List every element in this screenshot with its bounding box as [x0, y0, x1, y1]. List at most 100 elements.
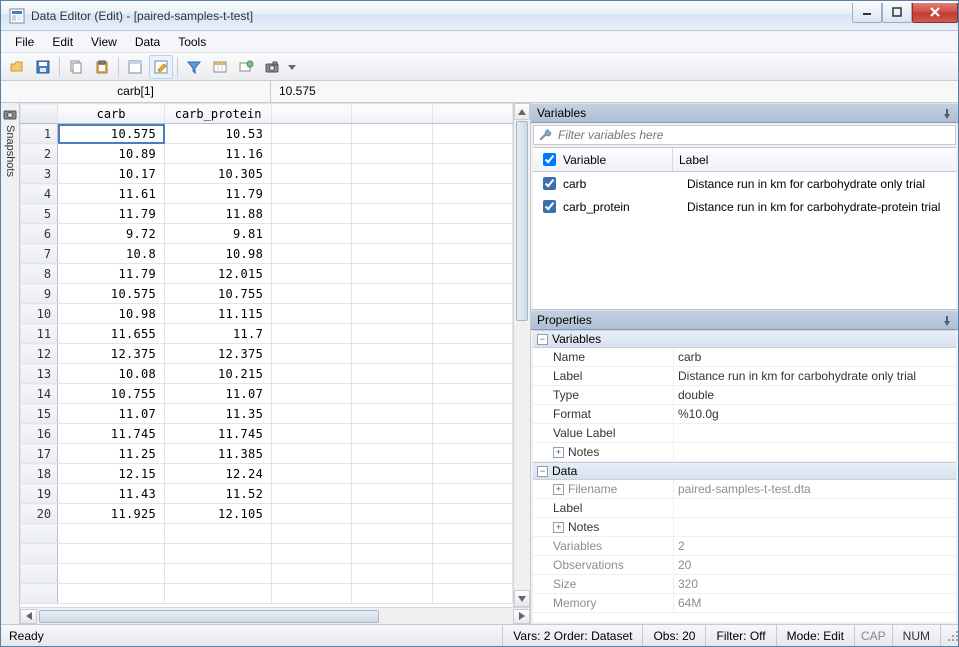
cell[interactable]: 11.385	[165, 444, 272, 464]
collapse-icon[interactable]: −	[537, 334, 548, 345]
row-header[interactable]	[21, 584, 58, 604]
cell-empty[interactable]	[432, 144, 512, 164]
cell-empty[interactable]	[352, 144, 432, 164]
table-row-empty[interactable]	[21, 544, 513, 564]
cell-empty[interactable]	[272, 404, 352, 424]
row-header[interactable]: 3	[21, 164, 58, 184]
expand-icon[interactable]: +	[553, 447, 564, 458]
table-row-empty[interactable]	[21, 584, 513, 604]
cell-empty[interactable]	[272, 584, 352, 604]
cell-empty[interactable]	[272, 284, 352, 304]
cell-empty[interactable]	[272, 184, 352, 204]
cell-empty[interactable]	[272, 504, 352, 524]
cell-empty[interactable]	[272, 564, 352, 584]
cell[interactable]: 11.79	[165, 184, 272, 204]
cell[interactable]: 11.43	[58, 484, 165, 504]
cell-empty[interactable]	[165, 524, 272, 544]
cell[interactable]: 12.015	[165, 264, 272, 284]
variable-checkbox[interactable]	[543, 200, 556, 213]
variables-panel-title[interactable]: Variables	[531, 103, 958, 123]
cell-empty[interactable]	[165, 564, 272, 584]
table-row[interactable]: 1410.75511.07	[21, 384, 513, 404]
expand-icon[interactable]: +	[553, 484, 564, 495]
cell-empty[interactable]	[352, 304, 432, 324]
cell-empty[interactable]	[432, 464, 512, 484]
table-row[interactable]: 110.57510.53	[21, 124, 513, 144]
scroll-up-icon[interactable]	[514, 103, 530, 120]
status-mode[interactable]: Mode: Edit	[776, 625, 854, 646]
cell-empty[interactable]	[432, 364, 512, 384]
cell[interactable]: 12.24	[165, 464, 272, 484]
cell-empty[interactable]	[432, 424, 512, 444]
table-row[interactable]: 811.7912.015	[21, 264, 513, 284]
cell[interactable]: 10.575	[58, 284, 165, 304]
row-header[interactable]: 19	[21, 484, 58, 504]
properties-panel-title[interactable]: Properties	[531, 310, 958, 330]
cell-empty[interactable]	[272, 364, 352, 384]
cell-empty[interactable]	[272, 344, 352, 364]
table-row[interactable]: 1212.37512.375	[21, 344, 513, 364]
cell[interactable]: 11.79	[58, 264, 165, 284]
prop-type-value[interactable]: double	[673, 386, 956, 404]
cell-empty[interactable]	[432, 524, 512, 544]
cell-empty[interactable]	[352, 404, 432, 424]
cell-empty[interactable]	[352, 124, 432, 144]
cell-empty[interactable]	[432, 564, 512, 584]
menu-file[interactable]: File	[7, 33, 42, 51]
scroll-thumb[interactable]	[516, 121, 528, 321]
cell-empty[interactable]	[432, 184, 512, 204]
row-header[interactable]: 16	[21, 424, 58, 444]
cell-empty[interactable]	[432, 324, 512, 344]
scroll-left-icon[interactable]	[20, 609, 37, 624]
cell-empty[interactable]	[272, 124, 352, 144]
collapse-icon[interactable]: −	[537, 466, 548, 477]
cell[interactable]: 12.375	[165, 344, 272, 364]
pin-icon[interactable]	[942, 315, 952, 325]
cell-empty[interactable]	[272, 544, 352, 564]
cell-empty[interactable]	[272, 244, 352, 264]
cell-empty[interactable]	[432, 304, 512, 324]
cell-empty[interactable]	[352, 324, 432, 344]
cell-empty[interactable]	[272, 484, 352, 504]
cell-empty[interactable]	[352, 244, 432, 264]
cell[interactable]: 10.89	[58, 144, 165, 164]
cell-reference[interactable]: carb[1]	[1, 81, 271, 102]
cell-empty[interactable]	[352, 204, 432, 224]
cell-empty[interactable]	[352, 344, 432, 364]
variables-filter[interactable]	[533, 125, 956, 145]
row-header[interactable]: 5	[21, 204, 58, 224]
prop-format-value[interactable]: %10.0g	[673, 405, 956, 423]
row-header[interactable]: 1	[21, 124, 58, 144]
row-header[interactable]	[21, 564, 58, 584]
paste-icon[interactable]	[90, 55, 114, 79]
cell-empty[interactable]	[432, 444, 512, 464]
cell-empty[interactable]	[432, 224, 512, 244]
resize-grip-icon[interactable]	[940, 625, 958, 646]
menu-tools[interactable]: Tools	[170, 33, 214, 51]
col-header-empty[interactable]	[432, 104, 512, 124]
cell[interactable]: 11.16	[165, 144, 272, 164]
cell-empty[interactable]	[352, 484, 432, 504]
row-header[interactable]	[21, 544, 58, 564]
row-header[interactable]: 11	[21, 324, 58, 344]
table-row[interactable]: 210.8911.16	[21, 144, 513, 164]
cell-empty[interactable]	[58, 564, 165, 584]
menu-data[interactable]: Data	[127, 33, 168, 51]
cell[interactable]: 10.98	[165, 244, 272, 264]
copy-icon[interactable]	[64, 55, 88, 79]
cell-empty[interactable]	[352, 544, 432, 564]
cell-empty[interactable]	[272, 304, 352, 324]
minimize-button[interactable]	[852, 3, 882, 23]
cell-empty[interactable]	[58, 544, 165, 564]
vertical-scrollbar[interactable]	[513, 103, 530, 607]
cell[interactable]: 10.08	[58, 364, 165, 384]
cell-empty[interactable]	[272, 264, 352, 284]
variables-header-variable[interactable]: Variable	[533, 148, 673, 171]
cell-empty[interactable]	[352, 464, 432, 484]
cell-empty[interactable]	[432, 344, 512, 364]
cell-empty[interactable]	[272, 444, 352, 464]
cell[interactable]: 11.745	[58, 424, 165, 444]
cell-empty[interactable]	[432, 504, 512, 524]
cell-empty[interactable]	[352, 504, 432, 524]
cell[interactable]: 11.745	[165, 424, 272, 444]
